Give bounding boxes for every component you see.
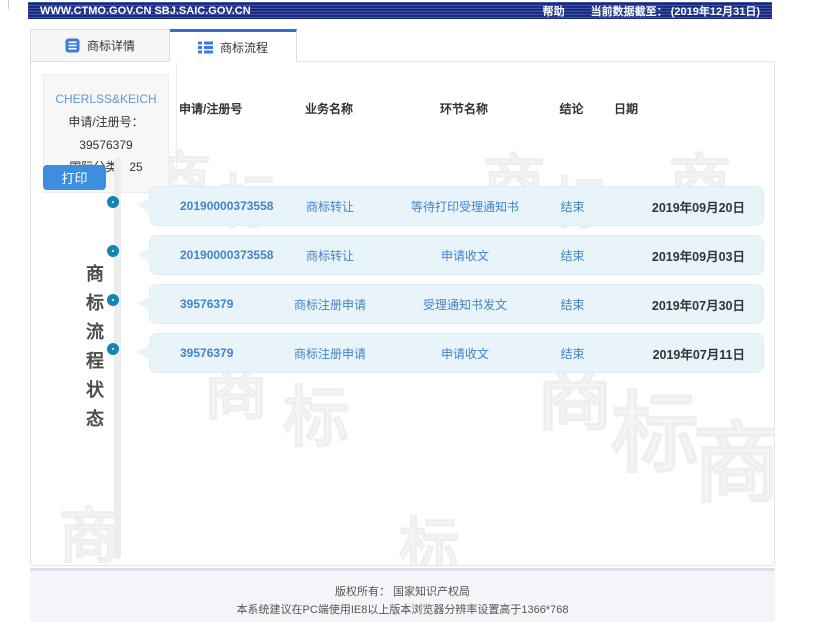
content-panel: 商标商标商商标商标商商标 CHERLSS&KEICH 申请/注册号：395763… bbox=[30, 61, 775, 566]
row-date: 2019年07月30日 bbox=[600, 295, 745, 314]
tab-details-label: 商标详情 bbox=[87, 37, 135, 54]
row-conclusion: 结束 bbox=[545, 247, 600, 264]
bubble-tail bbox=[137, 345, 151, 361]
print-button[interactable]: 打印 bbox=[43, 165, 106, 190]
process-rows: 20190000373558 商标转让 等待打印受理通知书 结束 2019年09… bbox=[149, 186, 764, 382]
timeline-line bbox=[114, 157, 121, 559]
browser-recommendation-text: 本系统建议在PC端使用IE8以上版本浏览器分辨率设置高于1366*768 bbox=[30, 602, 775, 620]
page: WWW.CTMO.GOV.CN SBJ.SAIC.GOV.CN 帮助 当前数据截… bbox=[0, 0, 840, 622]
row-reg-no-link[interactable]: 39576379 bbox=[180, 297, 275, 311]
header-step-name: 环节名称 bbox=[384, 100, 544, 117]
tab-process-label: 商标流程 bbox=[220, 39, 268, 56]
watermark-glyph: 标 bbox=[399, 517, 459, 566]
header-date: 日期 bbox=[599, 100, 746, 117]
panel-divider bbox=[176, 62, 177, 192]
row-conclusion: 结束 bbox=[545, 296, 600, 313]
process-row: 20190000373558 商标转让 等待打印受理通知书 结束 2019年09… bbox=[149, 186, 764, 226]
tab-trademark-details[interactable]: 商标详情 bbox=[30, 29, 170, 62]
row-reg-no-link[interactable]: 20190000373558 bbox=[180, 199, 275, 213]
table-header-row: 申请/注册号 业务名称 环节名称 结论 日期 bbox=[149, 98, 764, 118]
window-edge-artifact bbox=[8, 0, 9, 9]
row-date: 2019年09月03日 bbox=[600, 246, 745, 265]
header-business-name: 业务名称 bbox=[274, 100, 384, 117]
process-status-vertical-title: 商标流程状态 bbox=[81, 264, 107, 438]
document-icon bbox=[65, 38, 80, 53]
process-row: 39576379 商标注册申请 受理通知书发文 结束 2019年07月30日 bbox=[149, 284, 764, 324]
registration-number: 申请/注册号：39576379 bbox=[47, 111, 165, 157]
timeline-node-icon bbox=[107, 196, 119, 208]
tab-trademark-process[interactable]: 商标流程 bbox=[170, 29, 297, 62]
header-conclusion: 结论 bbox=[544, 100, 599, 117]
top-bar: WWW.CTMO.GOV.CN SBJ.SAIC.GOV.CN 帮助 当前数据截… bbox=[28, 2, 772, 19]
help-link[interactable]: 帮助 bbox=[543, 3, 565, 19]
site-title: WWW.CTMO.GOV.CN SBJ.SAIC.GOV.CN bbox=[40, 5, 251, 17]
copyright-text: 版权所有： 国家知识产权局 bbox=[30, 584, 775, 602]
row-reg-no-link[interactable]: 39576379 bbox=[180, 346, 275, 360]
bubble-tail bbox=[137, 296, 151, 312]
header-reg-no: 申请/注册号 bbox=[179, 100, 274, 117]
list-icon bbox=[198, 40, 213, 55]
watermark-glyph: 商 bbox=[693, 420, 775, 508]
process-row: 20190000373558 商标转让 申请收文 结束 2019年09月03日 bbox=[149, 235, 764, 275]
trademark-name: CHERLSS&KEICH bbox=[47, 88, 165, 111]
data-cutoff-label: 当前数据截至： (2019年12月31日) bbox=[591, 3, 760, 19]
row-step-name: 申请收文 bbox=[385, 247, 545, 264]
row-business-name: 商标转让 bbox=[275, 247, 385, 264]
timeline-node-icon bbox=[107, 294, 119, 306]
row-conclusion: 结束 bbox=[545, 198, 600, 215]
row-business-name: 商标转让 bbox=[275, 198, 385, 215]
process-row: 39576379 商标注册申请 申请收文 结束 2019年07月11日 bbox=[149, 333, 764, 373]
bubble-tail bbox=[137, 247, 151, 263]
timeline-node-icon bbox=[107, 343, 119, 355]
row-step-name: 等待打印受理通知书 bbox=[385, 198, 545, 215]
row-step-name: 申请收文 bbox=[385, 345, 545, 362]
row-reg-no-link[interactable]: 20190000373558 bbox=[180, 248, 275, 262]
watermark-glyph: 标 bbox=[283, 384, 349, 450]
tab-bar: 商标详情 商标流程 bbox=[30, 29, 297, 62]
row-business-name: 商标注册申请 bbox=[275, 345, 385, 362]
row-date: 2019年07月11日 bbox=[600, 344, 745, 363]
row-date: 2019年09月20日 bbox=[600, 197, 745, 216]
page-footer: 版权所有： 国家知识产权局 本系统建议在PC端使用IE8以上版本浏览器分辨率设置… bbox=[30, 568, 775, 622]
timeline-node-icon bbox=[107, 245, 119, 257]
row-business-name: 商标注册申请 bbox=[275, 296, 385, 313]
bubble-tail bbox=[137, 198, 151, 214]
watermark-glyph: 商 bbox=[59, 507, 119, 566]
row-step-name: 受理通知书发文 bbox=[385, 296, 545, 313]
row-conclusion: 结束 bbox=[545, 345, 600, 362]
watermark-glyph: 标 bbox=[611, 390, 699, 478]
